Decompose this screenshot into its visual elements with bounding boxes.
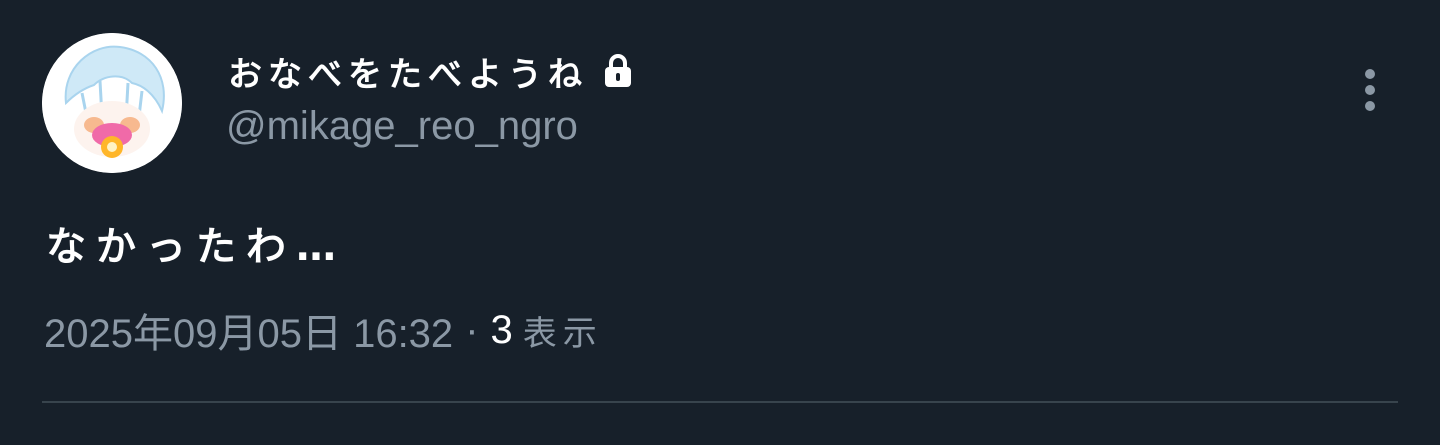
display-name[interactable]: おなべをたべようね xyxy=(228,47,588,96)
tweet-meta: 2025年09月05日 16:32 · 3 表示 xyxy=(44,306,603,357)
tweet-card: おなべをたべようね @mikage_reo_ngro なかったわ… 2025年0… xyxy=(0,0,1440,445)
more-options-button[interactable] xyxy=(1350,62,1390,118)
author-name-row: おなべをたべようね xyxy=(228,46,634,96)
lock-icon xyxy=(605,54,631,87)
tweet-timestamp[interactable]: 2025年09月05日 16:32 xyxy=(44,301,453,359)
meta-separator: · xyxy=(465,307,479,352)
avatar-illustration xyxy=(42,33,182,173)
views-label: 表示 xyxy=(522,313,603,354)
tweet-text: なかったわ… xyxy=(46,224,346,270)
divider xyxy=(42,401,1398,403)
views-count: 3 xyxy=(490,307,513,352)
author-handle[interactable]: @mikage_reo_ngro xyxy=(226,104,578,149)
avatar[interactable] xyxy=(42,33,182,173)
more-vertical-icon xyxy=(1365,69,1375,111)
